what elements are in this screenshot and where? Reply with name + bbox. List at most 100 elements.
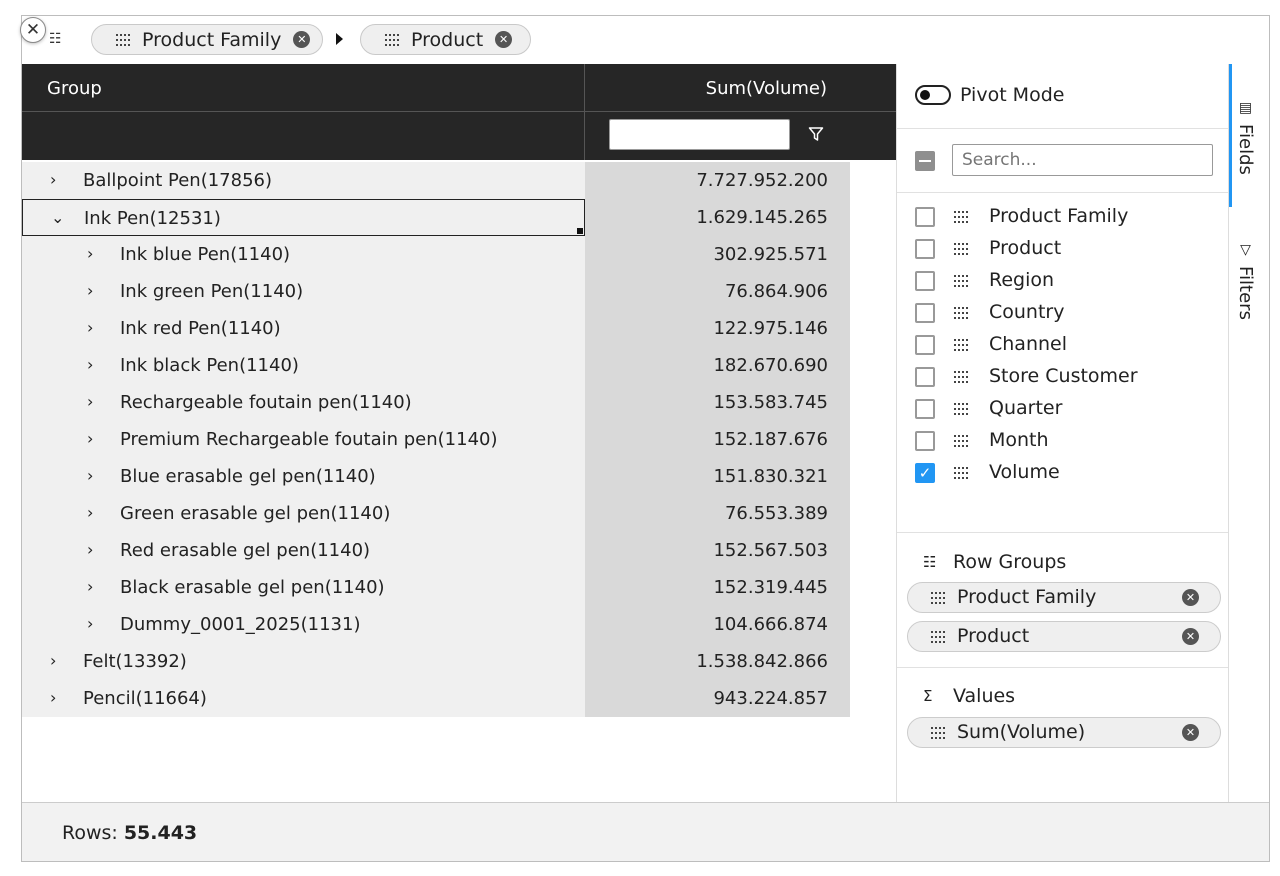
remove-chip-icon[interactable]: ✕ (293, 31, 311, 48)
remove-chip-icon[interactable]: ✕ (495, 31, 513, 48)
group-cell[interactable]: › Ink green Pen(1140) (22, 273, 585, 310)
chevron-right-icon[interactable]: › (87, 466, 93, 485)
drag-handle-icon[interactable] (954, 243, 968, 255)
group-cell[interactable]: › Red erasable gel pen(1140) (22, 532, 585, 569)
column-header-sum-volume[interactable]: Sum(Volume) (585, 64, 896, 112)
value-cell[interactable]: 182.670.690 (585, 347, 850, 384)
pivot-mode-toggle[interactable]: Pivot Mode (915, 84, 1064, 106)
value-cell[interactable]: 76.864.906 (585, 273, 850, 310)
drag-handle-icon[interactable] (954, 339, 968, 351)
field-checkbox[interactable] (915, 367, 935, 387)
field-checkbox[interactable] (915, 335, 935, 355)
chevron-right-icon[interactable]: › (50, 688, 56, 707)
group-cell[interactable]: › Rechargeable foutain pen(1140) (22, 384, 585, 421)
table-row[interactable]: › Green erasable gel pen(1140) 76.553.38… (22, 495, 850, 532)
table-row[interactable]: › Ballpoint Pen(17856) 7.727.952.200 (22, 162, 850, 199)
group-cell[interactable]: › Ink blue Pen(1140) (22, 236, 585, 273)
drag-handle-icon[interactable] (931, 631, 945, 643)
field-item[interactable]: Region (915, 269, 1215, 293)
drag-handle-icon[interactable] (954, 435, 968, 447)
chevron-right-icon[interactable]: › (87, 318, 93, 337)
chevron-right-icon[interactable]: › (87, 614, 93, 633)
value-cell[interactable]: 1.538.842.866 (585, 643, 850, 680)
chevron-right-icon[interactable]: › (50, 651, 56, 670)
chevron-right-icon[interactable]: › (87, 244, 93, 263)
remove-pill-icon[interactable]: ✕ (1182, 589, 1199, 606)
field-checkbox[interactable] (915, 239, 935, 259)
table-row[interactable]: › Premium Rechargeable foutain pen(1140)… (22, 421, 850, 458)
field-checkbox[interactable] (915, 271, 935, 291)
value-cell[interactable]: 943.224.857 (585, 680, 850, 717)
table-row[interactable]: › Dummy_0001_2025(1131) 104.666.874 (22, 606, 850, 643)
table-row[interactable]: › Ink blue Pen(1140) 302.925.571 (22, 236, 850, 273)
group-cell[interactable]: › Blue erasable gel pen(1140) (22, 458, 585, 495)
group-cell[interactable]: › Dummy_0001_2025(1131) (22, 606, 585, 643)
field-checkbox[interactable] (915, 303, 935, 323)
table-row[interactable]: › Ink black Pen(1140) 182.670.690 (22, 347, 850, 384)
field-item[interactable]: Month (915, 429, 1215, 453)
table-row[interactable]: › Pencil(11664) 943.224.857 (22, 680, 850, 717)
group-cell[interactable]: › Ink red Pen(1140) (22, 310, 585, 347)
remove-pill-icon[interactable]: ✕ (1182, 724, 1199, 741)
tab-filters[interactable]: ▽ Filters (1235, 242, 1256, 320)
toolbar-chip-product[interactable]: Product ✕ (360, 24, 531, 55)
field-checkbox[interactable] (915, 399, 935, 419)
table-row[interactable]: ⌄ Ink Pen(12531) 1.629.145.265 (22, 199, 850, 236)
table-row[interactable]: › Rechargeable foutain pen(1140) 153.583… (22, 384, 850, 421)
chevron-right-icon[interactable]: › (87, 577, 93, 596)
table-row[interactable]: › Ink red Pen(1140) 122.975.146 (22, 310, 850, 347)
toggle-switch[interactable] (915, 85, 951, 105)
value-cell[interactable]: 152.319.445 (585, 569, 850, 606)
chevron-down-icon[interactable]: ⌄ (51, 208, 64, 227)
group-cell[interactable]: › Green erasable gel pen(1140) (22, 495, 585, 532)
table-row[interactable]: › Red erasable gel pen(1140) 152.567.503 (22, 532, 850, 569)
value-cell[interactable]: 7.727.952.200 (585, 162, 850, 199)
drag-handle-icon[interactable] (931, 592, 945, 604)
row-group-pill-product[interactable]: Product ✕ (907, 621, 1221, 652)
value-cell[interactable]: 122.975.146 (585, 310, 850, 347)
close-icon[interactable]: ✕ (20, 17, 46, 43)
value-cell[interactable]: 153.583.745 (585, 384, 850, 421)
value-cell[interactable]: 302.925.571 (585, 236, 850, 273)
drag-handle-icon[interactable] (116, 34, 130, 46)
group-cell[interactable]: ⌄ Ink Pen(12531) (22, 199, 585, 236)
drag-handle-icon[interactable] (954, 211, 968, 223)
field-item[interactable]: Product Family (915, 205, 1215, 229)
value-cell[interactable]: 76.553.389 (585, 495, 850, 532)
select-all-checkbox[interactable] (915, 151, 935, 171)
chevron-right-icon[interactable]: › (87, 429, 93, 448)
field-item[interactable]: Product (915, 237, 1215, 261)
group-cell[interactable]: › Black erasable gel pen(1140) (22, 569, 585, 606)
drag-handle-icon[interactable] (385, 34, 399, 46)
chevron-right-icon[interactable]: › (87, 503, 93, 522)
value-cell[interactable]: 152.187.676 (585, 421, 850, 458)
drag-handle-icon[interactable] (954, 467, 968, 479)
chevron-right-icon[interactable]: › (50, 170, 56, 189)
field-item[interactable]: Channel (915, 333, 1215, 357)
table-row[interactable]: › Ink green Pen(1140) 76.864.906 (22, 273, 850, 310)
chevron-right-icon[interactable]: › (87, 540, 93, 559)
group-cell[interactable]: › Premium Rechargeable foutain pen(1140) (22, 421, 585, 458)
field-checkbox[interactable]: ✓ (915, 463, 935, 483)
field-item[interactable]: Store Customer (915, 365, 1215, 389)
toolbar-chip-product-family[interactable]: Product Family ✕ (91, 24, 323, 55)
group-cell[interactable]: › Pencil(11664) (22, 680, 585, 717)
drag-handle-icon[interactable] (954, 275, 968, 287)
chevron-right-icon[interactable]: › (87, 281, 93, 300)
field-item[interactable]: Country (915, 301, 1215, 325)
column-header-group[interactable]: Group (22, 64, 585, 112)
value-pill-sum-volume[interactable]: Sum(Volume) ✕ (907, 717, 1221, 748)
value-cell[interactable]: 151.830.321 (585, 458, 850, 495)
table-row[interactable]: › Blue erasable gel pen(1140) 151.830.32… (22, 458, 850, 495)
drag-handle-icon[interactable] (931, 727, 945, 739)
table-row[interactable]: › Felt(13392) 1.538.842.866 (22, 643, 850, 680)
row-group-pill-product-family[interactable]: Product Family ✕ (907, 582, 1221, 613)
group-cell[interactable]: › Felt(13392) (22, 643, 585, 680)
group-cell[interactable]: › Ink black Pen(1140) (22, 347, 585, 384)
value-cell[interactable]: 104.666.874 (585, 606, 850, 643)
drag-handle-icon[interactable] (954, 371, 968, 383)
field-item[interactable]: Quarter (915, 397, 1215, 421)
value-cell[interactable]: 152.567.503 (585, 532, 850, 569)
value-filter-input[interactable] (609, 119, 790, 150)
tab-fields[interactable]: ▤ Fields (1235, 100, 1256, 175)
